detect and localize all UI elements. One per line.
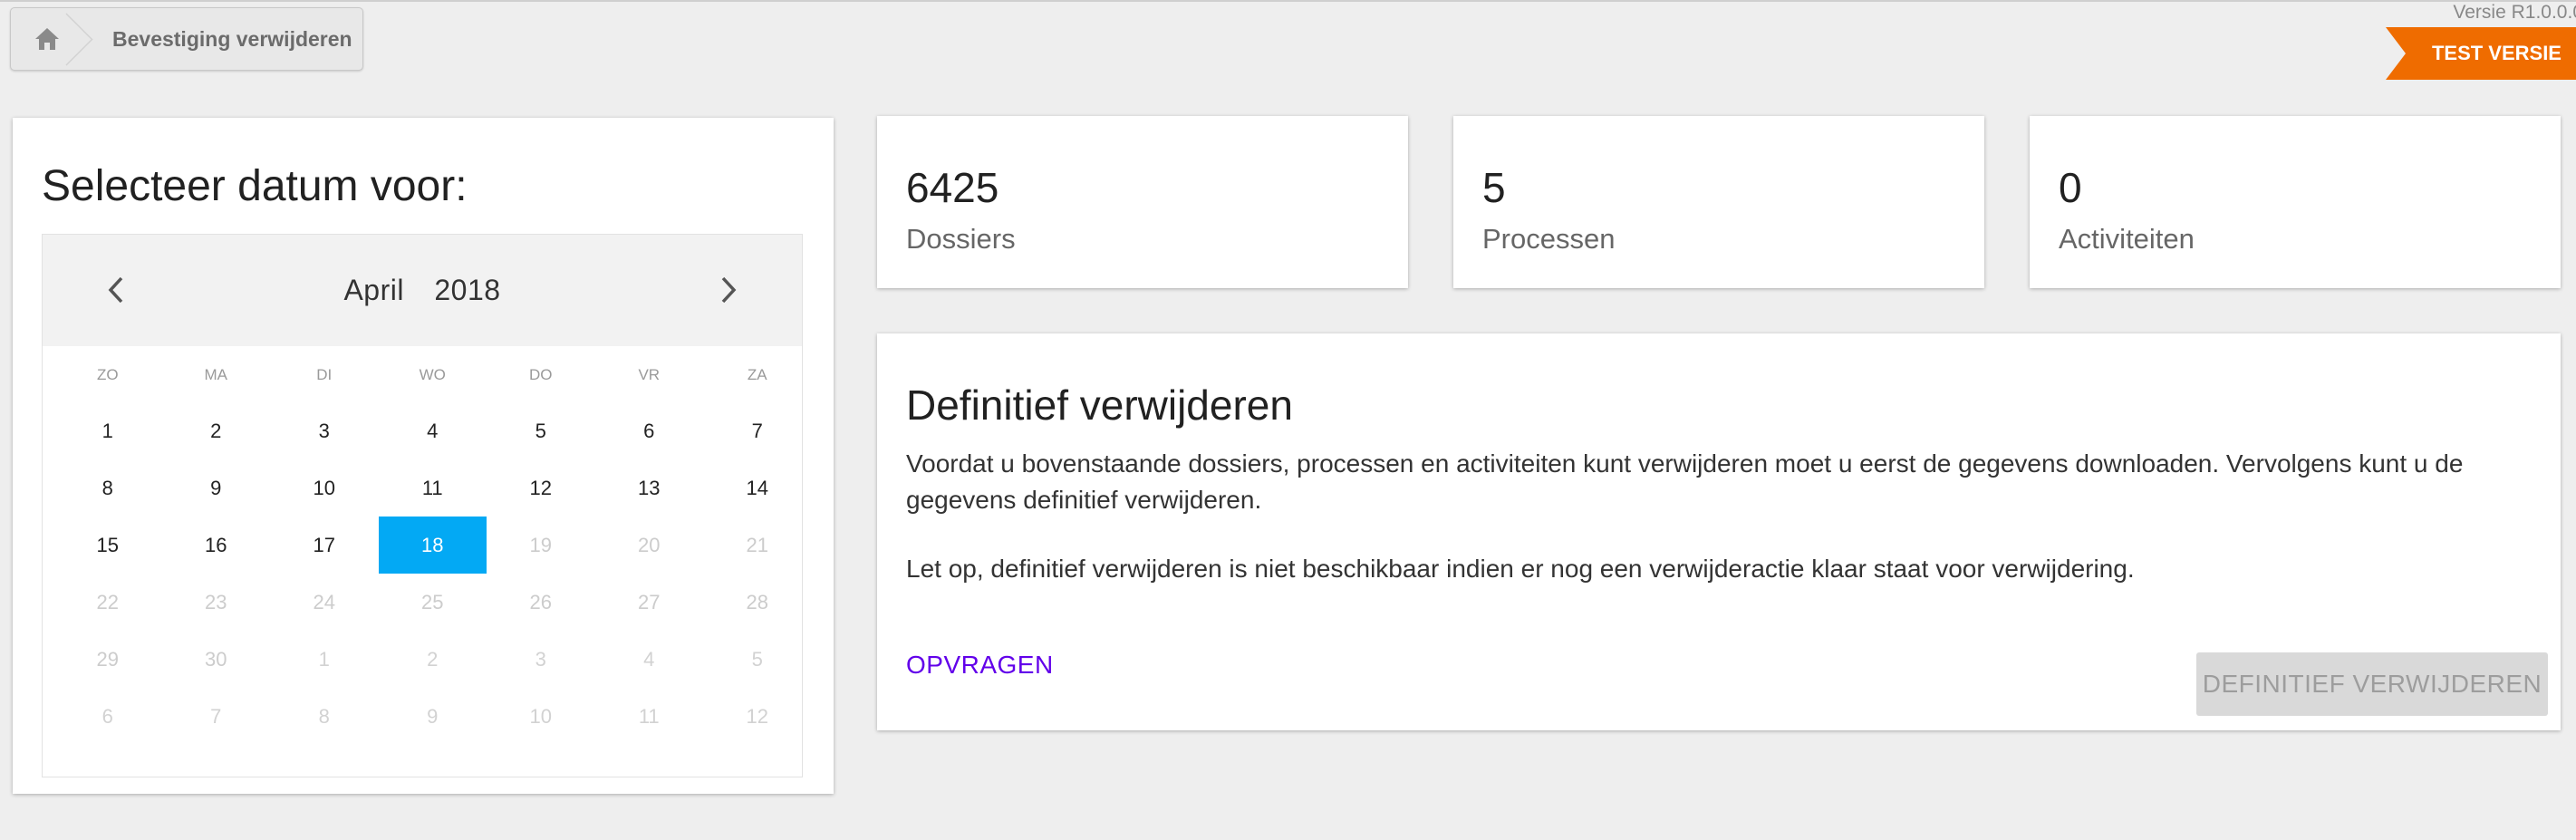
calendar-day[interactable]: 7 xyxy=(703,402,812,459)
calendar-day: 26 xyxy=(529,590,552,613)
calendar-day: 9 xyxy=(427,704,439,728)
calendar-year[interactable]: 2018 xyxy=(434,274,500,306)
calendar-day: 19 xyxy=(529,533,552,556)
calendar-day: 1 xyxy=(318,647,330,671)
calendar-day[interactable]: 1 xyxy=(53,402,162,459)
stat-card-activiteiten: 0 Activiteiten xyxy=(2030,116,2561,288)
calendar-day[interactable]: 8 xyxy=(53,459,162,517)
calendar-day: 23 xyxy=(205,590,227,613)
stat-label: Activiteiten xyxy=(2059,223,2195,255)
calendar-header: April 2018 xyxy=(43,235,802,346)
calendar-day: 27 xyxy=(638,590,661,613)
weekday-label: WO xyxy=(419,366,446,383)
calendar-day: 22 xyxy=(96,590,119,613)
calendar-day: 11 xyxy=(638,704,660,728)
calendar-day: 25 xyxy=(421,590,444,613)
calendar-day[interactable]: 13 xyxy=(595,459,704,517)
weekday-label: VR xyxy=(638,366,661,383)
request-button[interactable]: OPVRAGEN xyxy=(906,651,1054,680)
delete-card-description: Voordat u bovenstaande dossiers, process… xyxy=(906,449,2464,514)
stat-card-processen: 5 Processen xyxy=(1453,116,1984,288)
calendar-month[interactable]: April xyxy=(343,274,404,306)
weekday-row: ZO MA DI WO DO VR ZA xyxy=(43,346,802,402)
calendar-day: 20 xyxy=(638,533,661,556)
calendar-day[interactable]: 4 xyxy=(379,402,487,459)
calendar-day[interactable]: 6 xyxy=(595,402,704,459)
calendar-day: 12 xyxy=(746,704,768,728)
stat-value: 6425 xyxy=(906,164,999,211)
weekday-label: MA xyxy=(204,366,228,383)
calendar-day[interactable]: 10 xyxy=(270,459,379,517)
breadcrumb: Bevestiging verwijderen xyxy=(10,7,363,71)
delete-card-title: Definitief verwijderen xyxy=(906,381,1293,429)
calendar-day: 30 xyxy=(205,647,227,671)
chevron-left-icon xyxy=(108,276,123,304)
calendar-day: 21 xyxy=(746,533,768,556)
stat-card-dossiers: 6425 Dossiers xyxy=(877,116,1408,288)
calendar-day[interactable]: 17 xyxy=(270,517,379,574)
day-grid: 1 2 3 4 5 6 7 8 9 10 11 12 13 14 15 16 17 18 19 20 21 22 23 24 2… xyxy=(43,402,802,745)
calendar-day-selected[interactable]: 18 xyxy=(378,517,487,574)
calendar-day: 24 xyxy=(313,590,335,613)
calendar-day: 28 xyxy=(746,590,768,613)
breadcrumb-current: Bevestiging verwijderen xyxy=(112,26,352,51)
calendar-day: 2 xyxy=(427,647,439,671)
calendar-day[interactable]: 14 xyxy=(703,459,812,517)
stat-label: Dossiers xyxy=(906,223,1016,255)
date-picker-title: Selecteer datum voor: xyxy=(42,162,468,210)
stat-label: Processen xyxy=(1482,223,1616,255)
stat-value: 0 xyxy=(2059,164,2082,211)
date-picker-card: Selecteer datum voor: April 2018 ZO MA DI W… xyxy=(13,118,834,794)
calendar-day: 8 xyxy=(318,704,330,728)
calendar-day[interactable]: 16 xyxy=(162,517,271,574)
calendar-day[interactable]: 15 xyxy=(53,517,162,574)
top-divider xyxy=(0,0,2576,2)
calendar-day: 6 xyxy=(101,704,113,728)
calendar-day[interactable]: 3 xyxy=(270,402,379,459)
breadcrumb-home[interactable] xyxy=(11,8,83,70)
calendar-day[interactable]: 12 xyxy=(487,459,595,517)
calendar-day: 7 xyxy=(210,704,222,728)
version-label: Versie R1.0.0.0 xyxy=(2453,2,2576,23)
calendar-day[interactable]: 5 xyxy=(487,402,595,459)
calendar-day[interactable]: 2 xyxy=(162,402,271,459)
calendar-day: 29 xyxy=(96,647,119,671)
chevron-right-icon xyxy=(721,276,737,304)
calendar: April 2018 ZO MA DI WO DO VR ZA 1 2 3 4 5 6 7 8 9 10 11 1… xyxy=(42,234,803,777)
test-version-badge: TEST VERSIE xyxy=(2386,27,2576,80)
next-month-button[interactable] xyxy=(708,269,749,311)
calendar-day: 10 xyxy=(529,704,552,728)
stat-value: 5 xyxy=(1482,164,1506,211)
weekday-label: ZA xyxy=(747,366,767,383)
delete-card-warning: Let op, definitief verwijderen is niet b… xyxy=(906,555,2135,583)
weekday-label: DO xyxy=(529,366,553,383)
calendar-day: 4 xyxy=(643,647,655,671)
delete-card: Definitief verwijderen Voordat u bovenst… xyxy=(877,333,2561,730)
calendar-day: 5 xyxy=(751,647,763,671)
weekday-label: ZO xyxy=(96,366,119,383)
previous-month-button[interactable] xyxy=(95,269,137,311)
calendar-month-year: April 2018 xyxy=(333,274,511,307)
calendar-day[interactable]: 11 xyxy=(379,459,487,517)
calendar-day: 3 xyxy=(535,647,546,671)
weekday-label: DI xyxy=(316,366,333,383)
delete-permanently-button[interactable]: DEFINITIEF VERWIJDEREN xyxy=(2196,652,2548,716)
home-icon xyxy=(35,28,59,50)
calendar-day[interactable]: 9 xyxy=(162,459,271,517)
